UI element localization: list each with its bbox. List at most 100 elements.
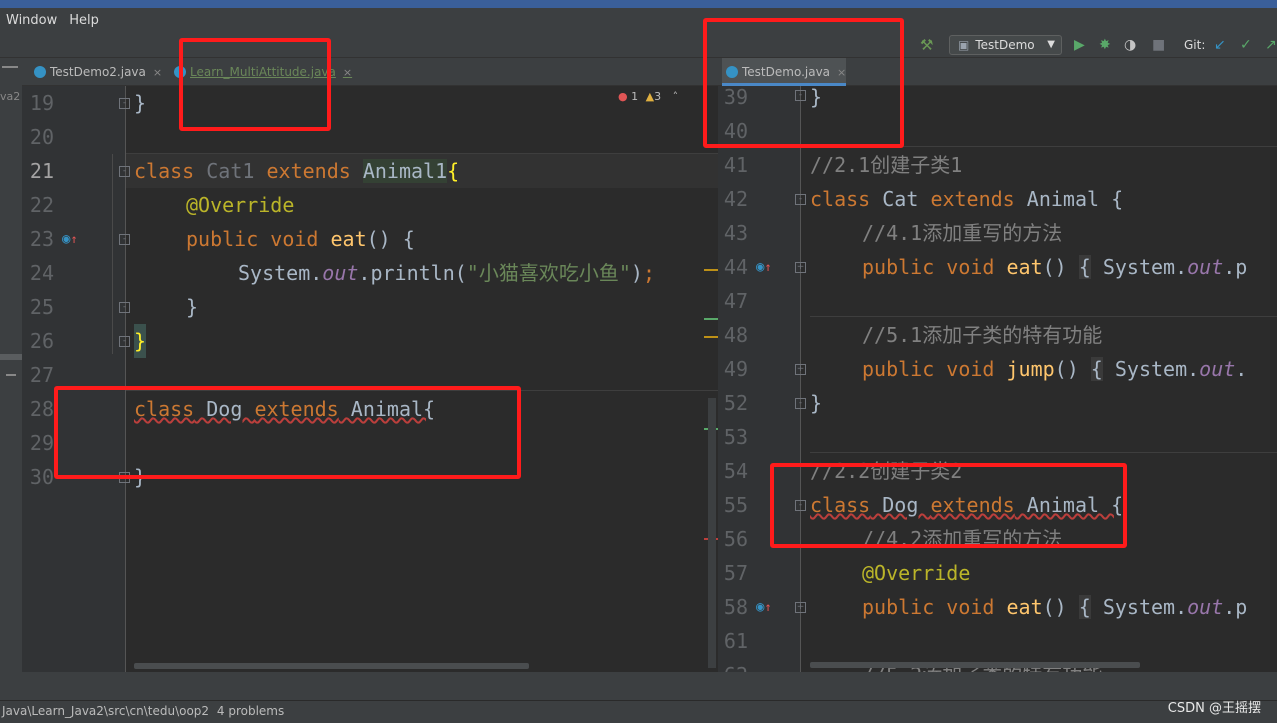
code-line: public void eat() { System.out.p (862, 595, 1248, 619)
code-line: } (810, 391, 823, 415)
line-number: 41 (723, 153, 748, 177)
line-number: 21 (29, 159, 54, 183)
horizontal-scrollbar[interactable] (810, 662, 1140, 668)
fold-expand-marker[interactable]: + (795, 602, 806, 613)
line-number: 57 (723, 561, 748, 585)
line-number: 42 (723, 187, 748, 211)
run-configuration-select[interactable]: ▣ TestDemo ▼ (949, 35, 1062, 55)
fold-expand-marker[interactable]: + (795, 262, 806, 273)
fold-marker[interactable]: - (119, 234, 130, 245)
fold-expand-marker[interactable]: + (795, 364, 806, 375)
git-update-icon[interactable]: ↙ (1214, 37, 1226, 53)
right-code-editor[interactable]: 39} 40 41//2.1创建子类1 42 class Cat extends… (718, 86, 1277, 672)
run-config-label: TestDemo (975, 38, 1035, 52)
annotation-override: @Override (186, 193, 295, 217)
line-number: 55 (723, 493, 748, 517)
line-number: 62 (718, 658, 748, 672)
comment-line: //5.1添加子类的特有功能 (862, 323, 1103, 347)
coverage-icon[interactable]: ◑ (1124, 37, 1136, 53)
close-icon[interactable]: × (153, 66, 162, 79)
line-number: 23 (29, 227, 54, 251)
override-method-icon[interactable]: ◉↑ (756, 250, 772, 284)
comment-line: //2.1创建子类1 (810, 153, 963, 177)
line-number: 22 (29, 193, 54, 217)
line-number: 29 (29, 431, 54, 455)
menu-help[interactable]: Help (63, 13, 105, 28)
stop-icon[interactable]: ■ (1152, 37, 1165, 53)
watermark: CSDN @王摇摆 (1167, 701, 1261, 716)
line-number: 20 (29, 125, 54, 149)
vertical-scrollbar[interactable] (708, 398, 716, 668)
code-line: } (186, 295, 199, 319)
git-label: Git: (1184, 38, 1206, 52)
status-problems[interactable]: 4 problems (217, 704, 284, 718)
code-line: public void jump() { System.out. (862, 357, 1248, 381)
panel-minimize-icon[interactable] (6, 374, 16, 376)
line-number: 49 (723, 357, 748, 381)
highlight-box (770, 463, 1127, 548)
menu-window[interactable]: Window (0, 13, 63, 28)
code-line: } (134, 91, 147, 115)
line-number: 61 (723, 629, 748, 653)
override-method-icon[interactable]: ◉↑ (62, 222, 78, 256)
fold-marker[interactable]: - (795, 194, 806, 205)
line-number: 54 (723, 459, 748, 483)
project-side-label: va2 (0, 90, 21, 103)
change-marker (704, 269, 718, 271)
code-line: public void eat() { (186, 227, 415, 251)
run-config-icon: ▣ (958, 38, 970, 52)
code-line: class Cat extends Animal { (810, 187, 1124, 211)
project-panel-strip[interactable]: va2 (0, 58, 22, 700)
horizontal-scrollbar[interactable] (134, 663, 529, 669)
line-number: 26 (29, 329, 54, 353)
git-push-icon[interactable]: ↗ (1265, 37, 1277, 53)
annotation-override: @Override (862, 561, 971, 585)
left-code-editor[interactable]: ● 1 ▲3 ˄ 19} 20 21 class Cat1 extends An… (22, 86, 718, 672)
code-line: class Cat1 extends Animal1{ (134, 159, 460, 183)
code-line: System.out.println("小猫喜欢吃小鱼"); (238, 261, 655, 285)
chevron-down-icon: ▼ (1047, 39, 1055, 50)
git-commit-icon[interactable]: ✓ (1240, 37, 1252, 53)
build-hammer-icon[interactable]: ⚒ (920, 36, 933, 54)
line-number: 53 (723, 425, 748, 449)
line-number: 30 (29, 465, 54, 489)
highlight-box (703, 18, 904, 148)
line-number: 28 (29, 397, 54, 421)
line-number: 58 (723, 595, 748, 619)
change-marker (704, 336, 718, 338)
bottom-tool-strip (0, 672, 1277, 700)
highlight-box (54, 386, 521, 479)
debug-icon[interactable]: ✸ (1099, 37, 1111, 53)
run-icon[interactable]: ▶ (1074, 37, 1085, 53)
line-number: 47 (723, 289, 748, 313)
fold-marker[interactable]: - (119, 98, 130, 109)
comment-line: //4.1添加重写的方法 (862, 221, 1063, 245)
close-icon[interactable]: × (343, 66, 352, 79)
left-editor-tabs: TestDemo2.java × Learn_MultiAttitude.java… (22, 58, 718, 86)
tab-testdemo2[interactable]: TestDemo2.java × (30, 58, 162, 86)
panel-collapse-icon[interactable] (2, 66, 18, 68)
line-number: 24 (29, 261, 54, 285)
fold-marker[interactable]: - (795, 398, 806, 409)
fold-marker[interactable]: - (119, 166, 130, 177)
panel-scroll-thumb[interactable] (0, 354, 22, 360)
java-class-icon (34, 66, 46, 78)
status-path: Java\Learn_Java2\src\cn\tedu\oop2 (2, 704, 210, 718)
line-number: 25 (29, 295, 54, 319)
line-number: 27 (29, 363, 54, 387)
change-marker (704, 318, 718, 320)
code-line: public void eat() { System.out.p (862, 255, 1248, 279)
line-number: 19 (29, 91, 54, 115)
status-bar: Java\Learn_Java2\src\cn\tedu\oop2 4 prob… (0, 700, 1277, 723)
override-method-icon[interactable]: ◉↑ (756, 590, 772, 624)
line-number: 56 (723, 527, 748, 551)
line-number: 43 (723, 221, 748, 245)
menu-bar: Window Help (0, 8, 1277, 32)
fold-marker[interactable]: - (119, 336, 130, 347)
line-number: 44 (723, 255, 748, 279)
line-number: 52 (723, 391, 748, 415)
line-number: 48 (723, 323, 748, 347)
tab-label: TestDemo2.java (50, 65, 146, 79)
highlight-box (179, 38, 331, 131)
fold-marker[interactable]: - (119, 302, 130, 313)
